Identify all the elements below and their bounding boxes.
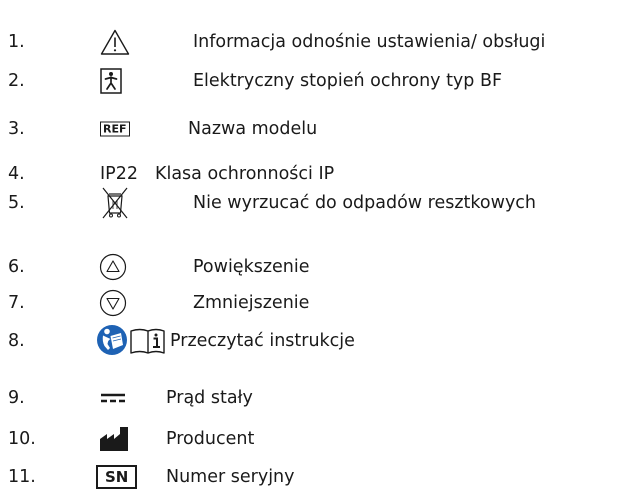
list-item: 1. Informacja odnośnie ustawienia/ obsłu…	[0, 27, 618, 57]
item-label: Nie wyrzucać do odpadów resztkowych	[193, 193, 537, 213]
list-item: 2. Elektryczny stopień ochrony typ BF	[0, 66, 618, 96]
item-number: 11.	[8, 467, 36, 487]
direct-current-icon	[101, 393, 125, 403]
circle-triangle-up-icon	[99, 253, 127, 281]
list-item: 7. Zmniejszenie	[0, 288, 618, 318]
ip-class-text: IP22	[100, 164, 138, 184]
item-number: 8.	[8, 331, 25, 351]
list-item: 8. Przeczytać instrukcje	[0, 325, 618, 356]
item-label: Zmniejszenie	[193, 293, 310, 313]
item-label: Przeczytać instrukcje	[170, 331, 355, 351]
sn-label: SN	[96, 465, 138, 489]
crossed-bin-icon	[102, 187, 128, 219]
list-item: 4. IP22 Klasa ochronności IP	[0, 159, 618, 189]
item-label: Producent	[166, 429, 255, 449]
item-number: 6.	[8, 257, 25, 277]
list-item: 5. Nie wyrzucać do odpadów resztkowych	[0, 187, 618, 219]
item-label: Informacja odnośnie ustawienia/ obsługi	[193, 32, 546, 52]
item-number: 9.	[8, 388, 25, 408]
item-number: 4.	[8, 164, 25, 184]
sn-icon: SN	[96, 465, 138, 489]
list-item: 9. Prąd stały	[0, 383, 618, 413]
bf-applied-part-icon	[100, 68, 122, 94]
manufacturer-icon	[100, 427, 128, 451]
circle-triangle-down-icon	[99, 289, 127, 317]
item-number: 10.	[8, 429, 36, 449]
item-label: Numer seryjny	[166, 467, 295, 487]
ref-icon: REF	[100, 121, 130, 137]
list-item: 3. REF Nazwa modelu	[0, 114, 618, 144]
item-label: Powiększenie	[193, 257, 310, 277]
item-label: Nazwa modelu	[188, 119, 318, 139]
item-label: Elektryczny stopień ochrony typ BF	[193, 71, 503, 91]
ref-label: REF	[100, 121, 130, 137]
ip-class-symbol: IP22	[100, 164, 138, 184]
item-number: 3.	[8, 119, 25, 139]
item-number: 5.	[8, 193, 25, 213]
item-number: 2.	[8, 71, 25, 91]
list-item: 11. SN Numer seryjny	[0, 462, 618, 492]
warning-triangle-icon	[100, 29, 130, 56]
item-number: 1.	[8, 32, 25, 52]
list-item: 6. Powiększenie	[0, 252, 618, 282]
item-label: Klasa ochronności IP	[155, 164, 335, 184]
list-item: 10. Producent	[0, 424, 618, 454]
item-number: 7.	[8, 293, 25, 313]
item-label: Prąd stały	[166, 388, 253, 408]
